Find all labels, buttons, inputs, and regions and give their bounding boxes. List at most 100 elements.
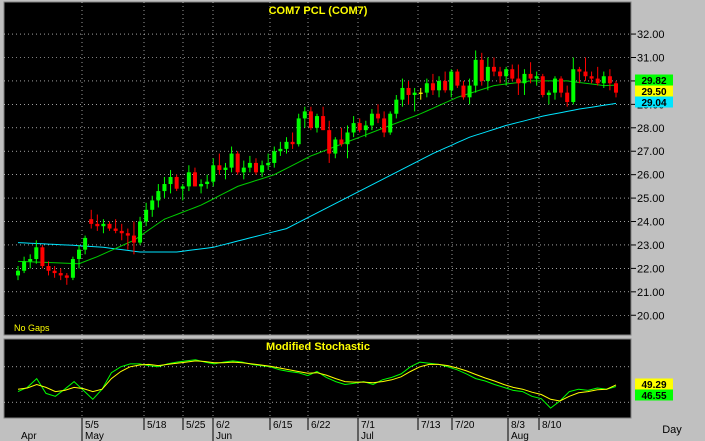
candle-body xyxy=(192,172,197,187)
candle-body xyxy=(28,259,33,262)
candle-body xyxy=(296,118,301,145)
month-label: May xyxy=(85,431,104,441)
candle xyxy=(70,256,75,281)
x-tick-label: 7/20 xyxy=(455,420,475,431)
y-tick-label: 21.00 xyxy=(637,287,665,299)
candle-body xyxy=(516,78,521,84)
candle-body xyxy=(138,221,143,243)
candle-body xyxy=(382,118,387,133)
y-tick-label: 20.00 xyxy=(637,310,665,322)
stochastic-title: Modified Stochastic xyxy=(266,341,370,353)
candle-body xyxy=(571,69,576,103)
candle-body xyxy=(601,76,606,84)
candle-body xyxy=(40,247,45,267)
last-value-text: 49.29 xyxy=(641,380,666,391)
y-tick-label: 31.00 xyxy=(637,52,665,64)
candle-body xyxy=(327,130,332,154)
candle-body xyxy=(595,78,600,84)
last-value-text: 29.82 xyxy=(641,76,666,87)
candle-body xyxy=(113,228,118,231)
price-y-axis: 32.0031.0030.0029.0028.0027.0026.0025.00… xyxy=(631,29,665,322)
candle-body xyxy=(339,139,344,145)
candle-body xyxy=(357,123,362,131)
candle-body xyxy=(46,266,51,271)
y-tick-label: 28.00 xyxy=(637,123,665,135)
candle-body xyxy=(376,113,381,119)
month-label: Aug xyxy=(511,431,529,441)
candle-body xyxy=(583,71,588,77)
candle-body xyxy=(266,162,271,166)
candle-body xyxy=(614,83,618,93)
candle-body xyxy=(565,92,570,103)
candle-body xyxy=(498,71,503,77)
y-tick-label: 27.00 xyxy=(637,146,665,158)
candle-body xyxy=(308,111,313,128)
candle-body xyxy=(510,69,515,79)
x-tick-label: 7/13 xyxy=(421,420,441,431)
month-label: Apr xyxy=(21,431,37,441)
candle-body xyxy=(369,113,374,126)
candle xyxy=(174,174,179,192)
candle-body xyxy=(473,59,478,86)
candle-body xyxy=(461,85,466,98)
candle-body xyxy=(199,184,204,187)
candle-body xyxy=(412,92,417,95)
candle-body xyxy=(302,111,307,119)
candle-body xyxy=(540,76,545,95)
candle-body xyxy=(64,275,69,278)
x-tick-label: 5/5 xyxy=(85,420,99,431)
price-panel xyxy=(3,1,632,336)
candle-body xyxy=(89,219,94,224)
chart-canvas: COM7 PCL (COM7) No Gaps 32.0031.0030.002… xyxy=(3,1,682,441)
y-tick-label: 23.00 xyxy=(637,240,665,252)
candle-body xyxy=(205,181,210,185)
candle-body xyxy=(577,69,582,72)
candle-body xyxy=(107,223,112,229)
y-tick-label: 26.00 xyxy=(637,170,665,182)
candle-body xyxy=(22,261,27,271)
candle-body xyxy=(260,165,265,173)
candle xyxy=(388,111,393,135)
x-tick-label: 5/18 xyxy=(147,420,167,431)
candle-body xyxy=(522,73,527,84)
last-value-text: 46.55 xyxy=(641,391,666,402)
candle xyxy=(455,69,460,88)
candle-body xyxy=(528,73,533,79)
candle-body xyxy=(211,165,216,182)
candle-body xyxy=(174,177,179,189)
candle-body xyxy=(150,200,155,210)
candle-body xyxy=(272,151,277,163)
last-value-text: 29.04 xyxy=(641,98,666,109)
candle xyxy=(296,113,301,147)
candle-body xyxy=(168,177,173,185)
candle-body xyxy=(52,270,57,274)
candle-body xyxy=(534,76,539,79)
no-gaps-note: No Gaps xyxy=(14,323,50,333)
candle-body xyxy=(241,167,246,173)
price-chart-title: COM7 PCL (COM7) xyxy=(269,5,368,17)
candle-body xyxy=(467,85,472,98)
last-value-text: 29.50 xyxy=(641,87,666,98)
candle-body xyxy=(125,233,130,236)
candle-body xyxy=(406,87,411,95)
x-tick-label: 6/15 xyxy=(273,420,293,431)
candle-body xyxy=(443,80,448,91)
y-tick-label: 32.00 xyxy=(637,29,665,41)
candle-body xyxy=(394,99,399,114)
candle-body xyxy=(247,162,252,168)
candle-body xyxy=(34,247,39,260)
candle-body xyxy=(437,80,442,91)
candle-body xyxy=(278,148,283,152)
month-label: Jul xyxy=(361,431,374,441)
candle-body xyxy=(229,153,234,168)
candle-body xyxy=(77,249,82,260)
candle-body xyxy=(491,66,496,72)
candle-body xyxy=(162,184,167,192)
x-tick-label: 8/10 xyxy=(542,420,562,431)
period-label[interactable]: Day xyxy=(662,424,682,436)
x-tick-label: 8/3 xyxy=(511,420,525,431)
candle-body xyxy=(16,270,20,276)
y-tick-label: 22.00 xyxy=(637,263,665,275)
candle-body xyxy=(253,162,258,173)
y-tick-label: 25.00 xyxy=(637,193,665,205)
